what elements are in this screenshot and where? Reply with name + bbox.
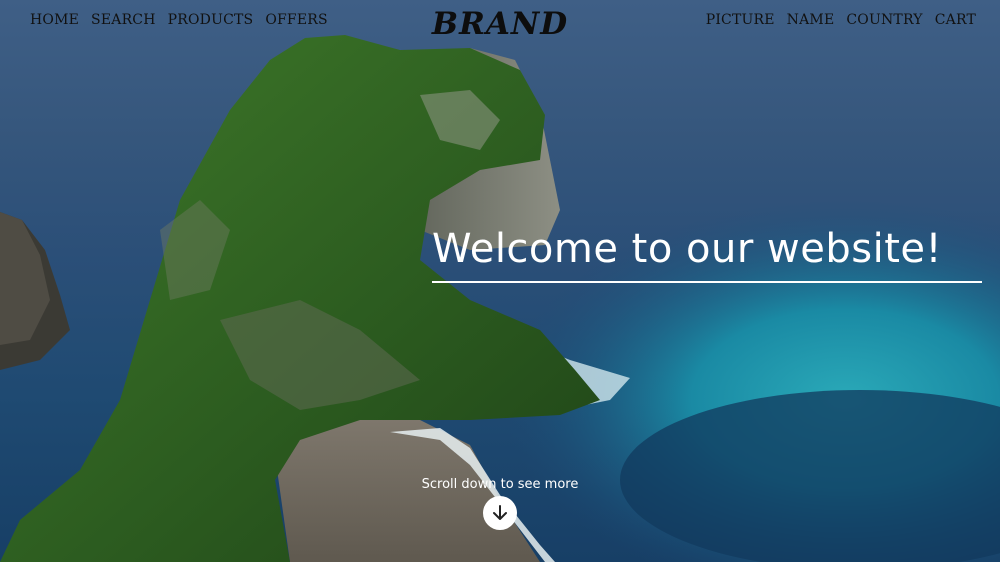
scroll-down-button[interactable] xyxy=(483,496,517,530)
arrow-down-icon xyxy=(493,505,507,520)
nav-left: HOME SEARCH PRODUCTS OFFERS xyxy=(30,12,328,28)
nav-link-country[interactable]: COUNTRY xyxy=(846,12,922,28)
nav-link-products[interactable]: PRODUCTS xyxy=(168,12,254,28)
hero-headline: Welcome to our website! xyxy=(432,226,943,272)
nav-link-home[interactable]: HOME xyxy=(30,12,79,28)
nav-link-name[interactable]: NAME xyxy=(787,12,835,28)
nav-link-search[interactable]: SEARCH xyxy=(91,12,156,28)
headline-underline xyxy=(432,281,982,283)
brand-logo[interactable]: BRAND xyxy=(432,6,568,42)
nav-link-cart[interactable]: CART xyxy=(935,12,976,28)
nav-link-picture[interactable]: PICTURE xyxy=(706,12,775,28)
nav-link-offers[interactable]: OFFERS xyxy=(265,12,327,28)
scroll-hint-text: Scroll down to see more xyxy=(421,477,579,492)
nav-right: PICTURE NAME COUNTRY CART xyxy=(706,12,976,28)
